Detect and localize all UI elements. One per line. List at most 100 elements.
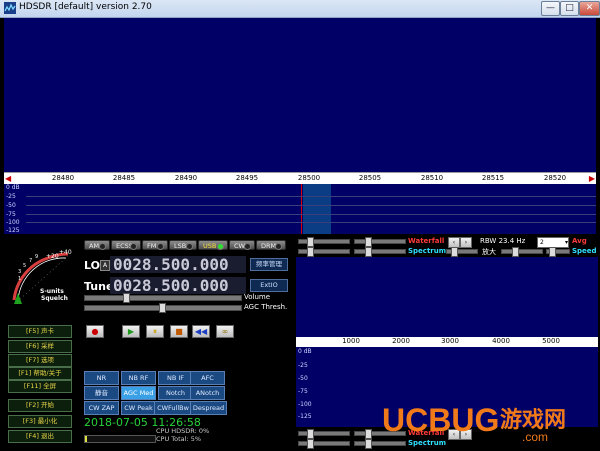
loop-button[interactable]: ∞ <box>216 325 234 338</box>
mode-cw-button[interactable]: CW <box>229 240 255 250</box>
zoom-slider[interactable] <box>446 247 478 257</box>
led-icon <box>99 243 106 250</box>
cw-fullbw-button[interactable]: CWFullBw <box>154 401 192 415</box>
play-button[interactable]: ▶ <box>122 325 140 338</box>
slider-thumb[interactable] <box>365 429 372 439</box>
slider-thumb[interactable] <box>307 439 314 449</box>
slider-thumb[interactable] <box>512 247 519 257</box>
slider-thumb[interactable] <box>365 237 372 247</box>
nb-if-button[interactable]: NB IF <box>158 371 193 385</box>
slider-thumb[interactable] <box>307 429 314 439</box>
ucbug-watermark: UCBUG 游戏网 .com <box>382 402 566 444</box>
main-spectrum[interactable]: 0 dB -25 -50 -75 -100 -125 <box>4 184 596 234</box>
spectrum-brightness-slider[interactable] <box>354 247 406 257</box>
waterfall-brightness-slider[interactable] <box>354 237 406 247</box>
f4-exit-button[interactable]: [F4] 退出 <box>8 430 72 443</box>
slider-thumb[interactable] <box>123 293 130 303</box>
scale-tick: 2000 <box>392 337 410 345</box>
notch-button[interactable]: Notch <box>158 386 193 400</box>
smeter-plus20: +20 <box>46 253 59 260</box>
f5-soundcard-button[interactable]: [F5] 声卡 <box>8 325 72 338</box>
pause-button[interactable]: ⏸ <box>146 325 164 338</box>
speed-slider[interactable] <box>546 247 570 257</box>
lo-lock-toggle[interactable]: A <box>100 260 110 271</box>
tune-frequency[interactable]: 0028.500.000 <box>110 277 246 294</box>
agc-threshold-slider[interactable] <box>84 303 242 313</box>
rewind-button[interactable]: ◀◀ <box>192 325 210 338</box>
despread-button[interactable]: Despread <box>190 401 227 415</box>
anotch-button[interactable]: ANotch <box>190 386 225 400</box>
cpu-bar <box>84 435 156 443</box>
mode-label: LSB <box>174 242 187 250</box>
audio-waterfall[interactable] <box>296 257 598 337</box>
f3-minimize-button[interactable]: [F3] 最小化 <box>8 415 72 428</box>
zoom-level-slider[interactable] <box>501 247 543 257</box>
led-icon <box>244 243 251 250</box>
cw-zap-button[interactable]: CW ZAP <box>84 401 119 415</box>
slider-thumb[interactable] <box>365 247 372 257</box>
minimize-button[interactable]: — <box>541 1 560 16</box>
waterfall-contrast-slider[interactable] <box>298 237 350 247</box>
nr-button[interactable]: NR <box>84 371 119 385</box>
spectrum-label: Spectrum <box>408 247 447 255</box>
lo-frequency[interactable]: 0028.500.000 <box>110 256 246 273</box>
spectrum-contrast-slider-2[interactable] <box>298 439 350 449</box>
nb-rf-button[interactable]: NB RF <box>121 371 156 385</box>
slider-thumb[interactable] <box>307 247 314 257</box>
stop-button[interactable]: ■ <box>170 325 188 338</box>
main-waterfall[interactable] <box>4 18 596 172</box>
scroll-left-icon[interactable]: ◀ <box>5 174 11 183</box>
slider-thumb[interactable] <box>451 247 458 257</box>
f2-start-button[interactable]: [F2] 开始 <box>8 399 72 412</box>
mode-am-button[interactable]: AM <box>84 240 110 250</box>
f6-samplerate-button[interactable]: [F6] 采样 <box>8 340 72 353</box>
cpu-total: CPU Total: 5% <box>156 435 202 443</box>
zoom-label: 放大 <box>482 248 496 256</box>
extio-button[interactable]: ExtIO <box>250 279 288 292</box>
squelch-label[interactable]: Squelch <box>41 295 68 302</box>
mode-label: USB <box>203 242 217 250</box>
f1-help-button[interactable]: [F1] 帮助/关于 <box>8 367 72 380</box>
agc-med-button[interactable]: AGC Med <box>121 386 156 400</box>
mode-lsb-button[interactable]: LSB <box>169 240 197 250</box>
scale-tick: 28510 <box>420 174 444 182</box>
close-button[interactable]: ✕ <box>579 1 600 16</box>
db-label: -100 <box>298 401 312 408</box>
afc-button[interactable]: AFC <box>190 371 225 385</box>
tune-cursor[interactable] <box>301 184 302 234</box>
mode-ecss-button[interactable]: ECSS <box>111 240 141 250</box>
slider-thumb[interactable] <box>549 247 556 257</box>
scale-tick: 1000 <box>342 337 360 345</box>
cw-peak-button[interactable]: CW Peak <box>121 401 156 415</box>
mode-drm-button[interactable]: DRM <box>256 240 286 250</box>
f11-fullscreen-button[interactable]: [F11] 全屏 <box>8 380 72 393</box>
db-label: -75 <box>6 211 16 218</box>
avg-label: Avg <box>572 237 587 245</box>
slider-thumb[interactable] <box>307 237 314 247</box>
avg-value: 2 <box>540 239 544 246</box>
dropdown-arrow-icon: ▾ <box>564 239 568 246</box>
mode-fm-button[interactable]: FM <box>142 240 168 250</box>
record-button[interactable]: ● <box>86 325 104 338</box>
volume-label: Volume <box>244 293 271 301</box>
scale-tick: 28500 <box>297 174 321 182</box>
maximize-button[interactable]: □ <box>560 1 579 16</box>
smeter-num: 5 <box>23 263 27 269</box>
frequency-manager-button[interactable]: 频率管理 <box>250 258 288 271</box>
spectrum-contrast-slider[interactable] <box>298 247 350 257</box>
db-label: 0 dB <box>6 184 20 191</box>
slider-thumb[interactable] <box>159 303 166 313</box>
waterfall-contrast-slider-2[interactable] <box>298 429 350 439</box>
volume-slider[interactable] <box>84 293 242 303</box>
f7-options-button[interactable]: [F7] 选项 <box>8 354 72 367</box>
title-bar: HDSDR [default] version 2.70 — □ ✕ <box>0 0 600 18</box>
tune-label: Tune <box>84 280 114 293</box>
scale-tick: 28480 <box>51 174 75 182</box>
mute-button[interactable]: 静音 <box>84 386 119 400</box>
scroll-right-icon[interactable]: ▶ <box>589 174 595 183</box>
smeter-label: S-units <box>40 288 64 295</box>
filter-passband[interactable] <box>303 184 331 234</box>
slider-thumb[interactable] <box>365 439 372 449</box>
mode-usb-button[interactable]: USB <box>198 240 228 250</box>
zoom-right-button[interactable]: › <box>460 237 472 248</box>
